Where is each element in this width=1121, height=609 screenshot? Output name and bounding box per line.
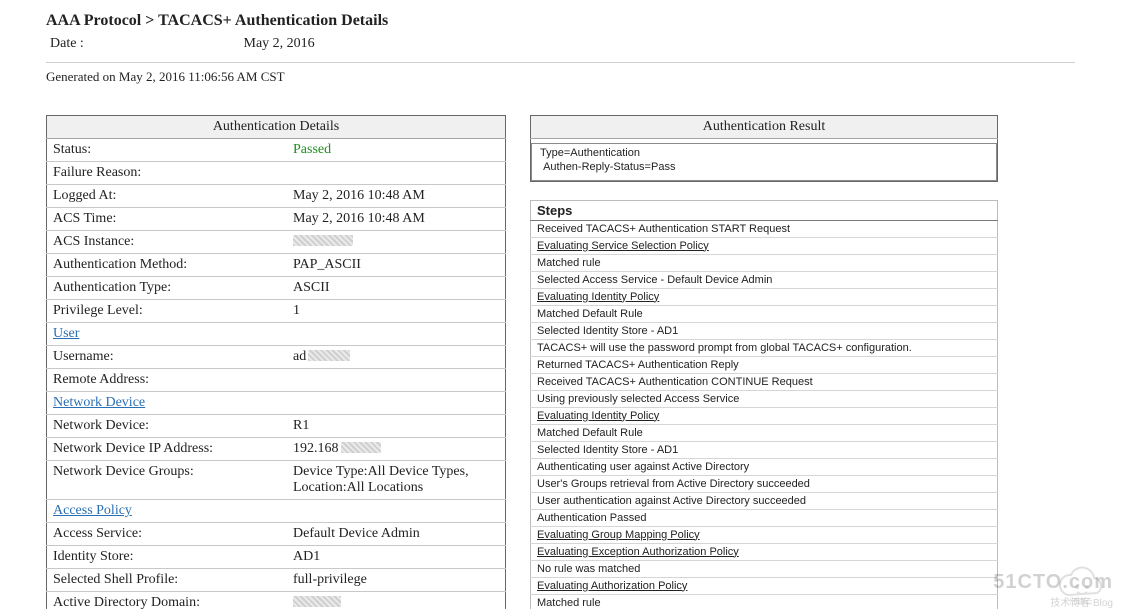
row-ad-domain: Active Directory Domain: [47,592,506,609]
step-row: Authentication Passed [531,509,998,526]
row-auth-type: Authentication Type:ASCII [47,277,506,300]
date-row: Date : May 2, 2016 [50,36,1075,52]
row-username: Username:ad [47,346,506,369]
row-shell-profile: Selected Shell Profile:full-privilege [47,569,506,592]
result-line: Authen-Reply-Status=Pass [540,161,988,175]
steps-title: Steps [531,200,998,220]
row-acs-instance: ACS Instance: [47,231,506,254]
step-row: Authenticating user against Active Direc… [531,458,998,475]
row-logged-at: Logged At:May 2, 2016 10:48 AM [47,185,506,208]
step-row: Selected Access Service - Default Device… [531,271,998,288]
generated-value: May 2, 2016 11:06:56 AM CST [119,69,285,84]
step-link[interactable]: Evaluating Exception Authorization Polic… [537,546,739,558]
step-row[interactable]: Evaluating Group Mapping Policy [531,526,998,543]
step-row: Returned TACACS+ Authentication Reply [531,356,998,373]
auth-details-panel: Authentication Details Status:Passed Fai… [46,115,506,609]
step-link[interactable]: Evaluating Identity Policy [537,410,659,422]
date-value: May 2, 2016 [244,36,315,51]
section-user[interactable]: User [47,323,506,346]
row-network-device: Network Device:R1 [47,415,506,438]
row-acs-time: ACS Time:May 2, 2016 10:48 AM [47,208,506,231]
step-row: TACACS+ will use the password prompt fro… [531,339,998,356]
row-network-device-ip: Network Device IP Address:192.168 [47,438,506,461]
step-row: Matched rule [531,254,998,271]
row-priv-level: Privilege Level:1 [47,300,506,323]
divider [46,62,1075,63]
auth-result-box: Type=Authentication Authen-Reply-Status=… [531,143,997,181]
step-row: Received TACACS+ Authentication CONTINUE… [531,373,998,390]
row-access-service: Access Service:Default Device Admin [47,523,506,546]
step-link[interactable]: Evaluating Service Selection Policy [537,240,709,252]
result-line: Type=Authentication [540,147,988,161]
row-network-device-groups: Network Device Groups:Device Type:All De… [47,461,506,500]
auth-details-title: Authentication Details [47,116,506,139]
step-link[interactable]: Evaluating Authorization Policy [537,580,687,592]
step-row: Selected Identity Store - AD1 [531,322,998,339]
row-remote-addr: Remote Address: [47,369,506,392]
redacted [293,596,341,607]
step-row: User authentication against Active Direc… [531,492,998,509]
step-row: Selected Identity Store - AD1 [531,441,998,458]
row-identity-store: Identity Store:AD1 [47,546,506,569]
step-row: Using previously selected Access Service [531,390,998,407]
redacted [308,350,350,361]
auth-result-title: Authentication Result [531,116,998,139]
row-failure: Failure Reason: [47,162,506,185]
auth-result-panel: Authentication Result Type=Authenticatio… [530,115,998,182]
step-link[interactable]: Evaluating Identity Policy [537,291,659,303]
step-row: Matched rule [531,594,998,609]
section-access-policy[interactable]: Access Policy [47,500,506,523]
redacted [293,235,353,246]
step-row[interactable]: Evaluating Exception Authorization Polic… [531,543,998,560]
breadcrumb: AAA Protocol > TACACS+ Authentication De… [46,12,1075,30]
step-row: User's Groups retrieval from Active Dire… [531,475,998,492]
step-row[interactable]: Evaluating Identity Policy [531,407,998,424]
row-status: Status:Passed [47,139,506,162]
section-network-device[interactable]: Network Device [47,392,506,415]
date-label: Date : [50,36,240,52]
step-row[interactable]: Evaluating Identity Policy [531,288,998,305]
step-link[interactable]: Evaluating Group Mapping Policy [537,529,700,541]
step-row[interactable]: Evaluating Authorization Policy [531,577,998,594]
step-row: Matched Default Rule [531,305,998,322]
generated-on: Generated on May 2, 2016 11:06:56 AM CST [46,69,1075,85]
redacted [341,442,381,453]
generated-label: Generated on [46,69,119,84]
step-row[interactable]: Evaluating Service Selection Policy [531,237,998,254]
status-value: Passed [293,142,331,157]
steps-panel: Steps Received TACACS+ Authentication ST… [530,200,998,609]
step-row: No rule was matched [531,560,998,577]
step-row: Matched Default Rule [531,424,998,441]
row-auth-method: Authentication Method:PAP_ASCII [47,254,506,277]
step-row: Received TACACS+ Authentication START Re… [531,220,998,237]
